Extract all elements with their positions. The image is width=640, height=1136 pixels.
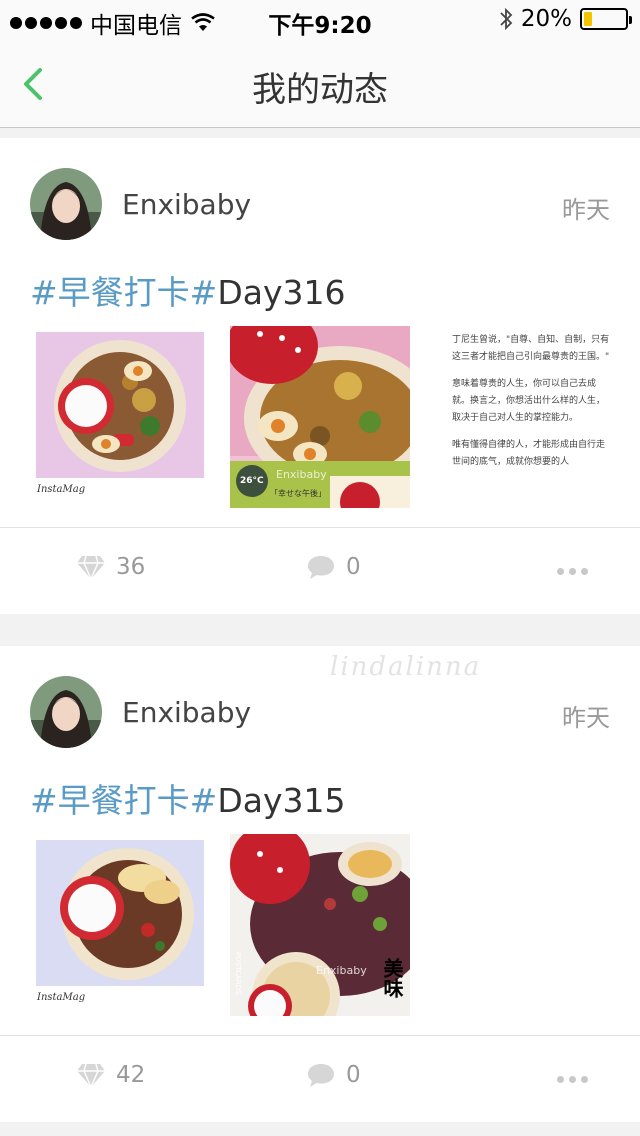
post-card: Enxibaby 昨天 #早餐打卡#Day315 InstaMag Enxiba… <box>0 646 640 1122</box>
post-image[interactable]: Enxibaby 美味 POSTCARDS <box>230 834 410 1016</box>
username[interactable]: Enxibaby <box>122 188 251 221</box>
like-button[interactable]: 42 <box>76 1062 145 1088</box>
post-title[interactable]: #早餐打卡#Day315 <box>30 774 345 822</box>
image-caption: 「幸せな午後」 <box>270 489 326 498</box>
username[interactable]: Enxibaby <box>122 696 251 729</box>
comment-count: 0 <box>346 1062 361 1088</box>
status-bar: 中国电信 下午9:20 20% <box>0 0 640 40</box>
post-image-text[interactable]: 丁尼生曾说，"自尊、自知、自制，只有这三者才能把自己引向最尊贵的王国。" 意味着… <box>442 326 622 508</box>
more-options-icon[interactable] <box>557 1076 588 1083</box>
avatar[interactable] <box>30 168 102 240</box>
avatar[interactable] <box>30 676 102 748</box>
comment-button[interactable]: 0 <box>306 554 361 580</box>
hashtag[interactable]: #早餐打卡# <box>30 273 217 312</box>
comment-icon <box>308 556 334 579</box>
like-button[interactable]: 36 <box>76 554 145 580</box>
image-text-paragraph: 唯有懂得自律的人，才能形成由自行走世间的底气，成就你想要的人 <box>452 440 606 467</box>
image-watermark: Enxibaby <box>276 468 327 481</box>
post-time: 昨天 <box>562 704 610 732</box>
image-caption: 美味 <box>380 958 404 998</box>
like-count: 42 <box>116 1062 146 1088</box>
temperature-badge: 26°C <box>240 476 264 486</box>
image-caption: POSTCARDS <box>234 952 242 995</box>
more-options-icon[interactable] <box>557 568 588 575</box>
like-count: 36 <box>116 554 146 580</box>
comment-icon <box>308 1064 334 1087</box>
comment-count: 0 <box>346 554 361 580</box>
divider <box>0 1035 640 1036</box>
comment-button[interactable]: 0 <box>306 1062 361 1088</box>
image-watermark: Enxibaby <box>316 964 367 977</box>
post-title[interactable]: #早餐打卡#Day316 <box>30 266 345 314</box>
diamond-icon <box>77 1063 105 1088</box>
nav-bar: 我的动态 <box>0 40 640 128</box>
post-image[interactable]: 26°C Enxibaby 「幸せな午後」 <box>230 326 410 508</box>
page-title: 我的动态 <box>252 70 388 110</box>
battery-percent: 20% <box>520 6 572 32</box>
post-card: Enxibaby 昨天 #早餐打卡#Day316 InstaMag 26°C E… <box>0 138 640 614</box>
diamond-icon <box>77 555 105 580</box>
post-title-text: Day315 <box>217 781 346 820</box>
status-right: 20% <box>499 6 632 32</box>
post-title-text: Day316 <box>217 273 346 312</box>
post-time: 昨天 <box>562 196 610 224</box>
hashtag[interactable]: #早餐打卡# <box>30 781 217 820</box>
image-text-paragraph: 丁尼生曾说，"自尊、自知、自制，只有这三者才能把自己引向最尊贵的王国。" <box>452 335 610 362</box>
post-image[interactable]: InstaMag <box>30 834 210 1016</box>
image-text-paragraph: 意味着尊贵的人生，你可以自己去成就。换言之，你想活出什么样的人生，取决于自己对人… <box>452 379 606 423</box>
post-image[interactable]: InstaMag <box>30 326 210 508</box>
image-caption: InstaMag <box>37 484 86 495</box>
divider <box>0 527 640 528</box>
image-caption: InstaMag <box>37 992 86 1003</box>
bluetooth-icon <box>500 7 513 31</box>
battery-icon <box>580 8 632 30</box>
page-watermark: lindalinna <box>330 652 482 682</box>
